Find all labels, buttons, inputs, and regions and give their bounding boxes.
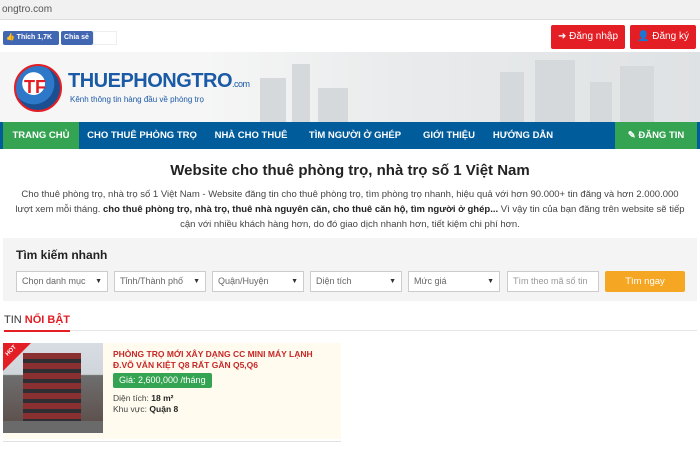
post-listing-label: ĐĂNG TIN [638, 130, 685, 141]
register-button[interactable]: 👤 Đăng ký [630, 25, 696, 49]
thumbs-up-icon: 👍 [6, 34, 15, 41]
sign-in-icon: ➜ [557, 31, 567, 42]
quick-search-title: Tìm kiếm nhanh [16, 248, 108, 262]
listing-divider [3, 441, 341, 442]
page-title: Website cho thuê phòng trọ, nhà trọ số 1… [170, 162, 530, 179]
login-button[interactable]: ➜ Đăng nhập [551, 25, 625, 49]
price-select[interactable]: Mức giá ▼ [408, 271, 500, 292]
quick-search-panel: Tìm kiếm nhanh Chọn danh mục ▼ Tỉnh/Thành… [3, 238, 697, 301]
listing-region: Khu vực: Quận 8 [113, 404, 179, 414]
listing-price: Giá: 2,600,000 /tháng [113, 373, 212, 388]
nav-item-rooms-for-rent[interactable]: CHO THUÊ PHÒNG TRỌ [82, 122, 202, 149]
address-bar[interactable]: ongtro.com [0, 0, 700, 20]
header-skyline-background [200, 52, 700, 122]
city-select[interactable]: Tỉnh/Thành phố ▼ [114, 271, 206, 292]
search-button[interactable]: Tìm ngay [605, 271, 685, 292]
caret-down-icon: ▼ [291, 278, 298, 285]
listing-area: Diện tích: 18 m² [113, 393, 174, 403]
facebook-share-button[interactable]: Chia sẻ [61, 31, 93, 45]
district-select[interactable]: Quận/Huyện ▼ [212, 271, 304, 292]
nav-item-about[interactable]: GIỚI THIỆU [418, 122, 480, 149]
login-label: Đăng nhập [569, 31, 619, 42]
facebook-like-button[interactable]: 👍 Thích 1,7K [3, 31, 59, 45]
caret-down-icon: ▼ [95, 278, 102, 285]
logo-wordmark[interactable]: THUEPHONGTRO.com [68, 70, 250, 93]
listing-title[interactable]: PHÒNG TRỌ MỚI XÂY DẠNG CC MINI MÁY LẠNH … [113, 349, 333, 371]
nav-item-find-roommate[interactable]: TÌM NGƯỜI Ở GHÉP [304, 122, 406, 149]
featured-listing-card[interactable]: HOT PHÒNG TRỌ MỚI XÂY DẠNG CC MINI MÁY L… [3, 343, 341, 439]
caret-down-icon: ▼ [193, 278, 200, 285]
featured-section-label: TIN NỔI BẬT [4, 312, 71, 332]
edit-icon: ✎ [627, 130, 636, 141]
listing-code-input[interactable]: Tìm theo mã số tin [507, 271, 599, 292]
nav-item-guide[interactable]: HƯỚNG DẪN [488, 122, 558, 149]
logo-slogan: Kênh thông tin hàng đầu về phòng trọ [70, 95, 204, 104]
nav-item-home[interactable]: TRANG CHỦ [3, 122, 79, 149]
nav-item-houses-for-rent[interactable]: NHÀ CHO THUÊ [208, 122, 294, 149]
like-label: Thích 1,7K [16, 34, 53, 41]
main-navigation: TRANG CHỦ CHO THUÊ PHÒNG TRỌ NHÀ CHO THU… [0, 122, 700, 149]
featured-section-header: TIN NỔI BẬT [3, 312, 697, 332]
register-label: Đăng ký [652, 31, 689, 42]
caret-down-icon: ▼ [487, 278, 494, 285]
share-label: Chia sẻ [64, 34, 89, 41]
url-text: ongtro.com [2, 4, 53, 15]
site-header: TF THUEPHONGTRO.com Kênh thông tin hàng … [0, 52, 700, 122]
listing-thumbnail[interactable]: HOT [3, 343, 103, 433]
caret-down-icon: ▼ [389, 278, 396, 285]
logo-mark: TF [24, 77, 46, 97]
area-select[interactable]: Diện tích ▼ [310, 271, 402, 292]
post-listing-button[interactable]: ✎ ĐĂNG TIN [615, 122, 697, 149]
intro-paragraph: Cho thuê phòng trọ, nhà trọ số 1 Việt Na… [15, 189, 685, 230]
category-select[interactable]: Chọn danh mục ▼ [16, 271, 108, 292]
share-count-box [93, 31, 117, 45]
user-plus-icon: 👤 [637, 31, 650, 42]
